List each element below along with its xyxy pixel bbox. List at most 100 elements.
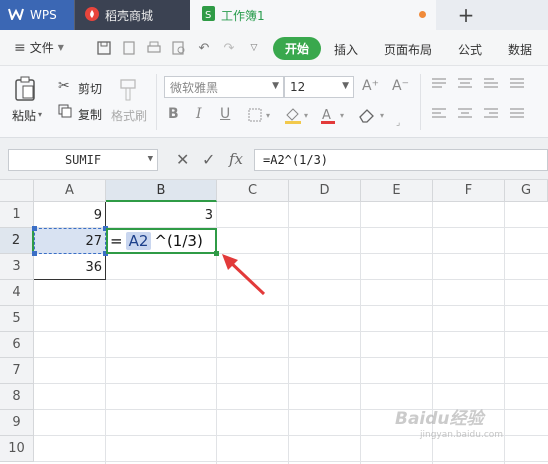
- file-menu-label: 文件: [29, 41, 54, 55]
- insert-function-icon[interactable]: fx: [229, 150, 243, 168]
- tab-wps[interactable]: WPS: [0, 0, 74, 30]
- select-all-corner[interactable]: [0, 180, 34, 202]
- print-icon[interactable]: [146, 40, 162, 56]
- tab-data[interactable]: 数据: [508, 41, 532, 58]
- shrink-font-button[interactable]: A⁻: [392, 78, 409, 94]
- undo-icon[interactable]: ↶: [196, 40, 212, 56]
- row-header-8[interactable]: 8: [0, 384, 34, 410]
- column-header-a[interactable]: A: [34, 180, 106, 202]
- row-header-9[interactable]: 9: [0, 410, 34, 436]
- wps-logo-icon: [8, 8, 24, 23]
- formula-input[interactable]: =A2^(1/3): [254, 149, 548, 171]
- tab-formula[interactable]: 公式: [458, 41, 482, 58]
- tab-bar-filler: [496, 0, 548, 30]
- tab-bar: WPS 稻壳商城 S 工作簿1 +: [0, 0, 548, 30]
- align-center-icon[interactable]: [458, 108, 472, 123]
- name-box[interactable]: SUMIF ▼: [8, 149, 158, 171]
- gridline: [34, 357, 548, 358]
- tab-start[interactable]: 开始: [273, 37, 322, 60]
- font-color-icon[interactable]: A: [320, 106, 336, 127]
- grow-font-button[interactable]: A⁺: [362, 78, 379, 94]
- cell-a2[interactable]: 27: [34, 228, 106, 254]
- column-header-e[interactable]: E: [361, 180, 433, 202]
- gridline: [34, 279, 548, 280]
- chevron-down-icon[interactable]: ▾: [304, 111, 308, 120]
- column-header-g[interactable]: G: [505, 180, 548, 202]
- formula-bar: SUMIF ▼ ✕ ✓ fx =A2^(1/3): [0, 138, 548, 180]
- flame-icon: [85, 6, 99, 24]
- chevron-down-icon[interactable]: ▾: [266, 111, 270, 120]
- quick-access-dropdown-icon[interactable]: ▽: [246, 40, 262, 56]
- row-header-3[interactable]: 3: [0, 254, 34, 280]
- italic-button[interactable]: I: [196, 106, 202, 122]
- font-name-value: 微软雅黑: [170, 80, 219, 95]
- export-pdf-icon[interactable]: [121, 40, 137, 56]
- format-painter-button[interactable]: 格式刷: [111, 107, 147, 124]
- font-size-value: 12: [290, 80, 306, 94]
- menu-bar: ≡ 文件 ▼ ↶ ↷ ▽ 开始 插入 页面布局 公式 数据: [0, 30, 548, 66]
- file-menu[interactable]: ≡ 文件 ▼: [14, 39, 64, 56]
- plus-icon: +: [457, 3, 475, 27]
- font-dialog-launcher-icon[interactable]: ⌟: [396, 118, 400, 128]
- edit-expression-rest: ^(1/3): [154, 232, 203, 250]
- column-header-f[interactable]: F: [433, 180, 505, 202]
- font-name-select[interactable]: 微软雅黑 ▼: [164, 76, 284, 98]
- paste-icon[interactable]: [14, 76, 36, 105]
- column-header-c[interactable]: C: [217, 180, 289, 202]
- cell-a3[interactable]: 36: [34, 254, 106, 280]
- watermark: Baidu经验: [395, 409, 484, 429]
- paste-dropdown-icon[interactable]: ▾: [38, 110, 42, 119]
- cell-a1[interactable]: 9: [34, 202, 106, 228]
- paste-label[interactable]: 粘贴: [12, 107, 36, 124]
- gridline: [504, 202, 505, 464]
- row-header-1[interactable]: 1: [0, 202, 34, 228]
- new-tab-button[interactable]: +: [436, 0, 496, 30]
- column-header-b[interactable]: B: [106, 180, 217, 202]
- justify-icon[interactable]: [510, 108, 524, 123]
- column-header-d[interactable]: D: [289, 180, 361, 202]
- gridline: [34, 461, 548, 462]
- redo-icon[interactable]: ↷: [221, 40, 237, 56]
- copy-button[interactable]: 复制: [78, 106, 102, 123]
- row-header-4[interactable]: 4: [0, 280, 34, 306]
- row-header-2[interactable]: 2: [0, 228, 34, 254]
- tab-page-layout[interactable]: 页面布局: [384, 41, 432, 58]
- tab-insert[interactable]: 插入: [334, 41, 358, 58]
- align-bottom-icon[interactable]: [484, 78, 498, 93]
- border-icon[interactable]: [248, 108, 264, 125]
- confirm-icon[interactable]: ✓: [202, 150, 215, 169]
- ribbon-divider: [156, 74, 157, 130]
- print-preview-icon[interactable]: [171, 40, 187, 56]
- align-right-icon[interactable]: [484, 108, 498, 123]
- align-top-icon[interactable]: [432, 78, 446, 93]
- bold-button[interactable]: B: [168, 106, 179, 122]
- chevron-down-icon[interactable]: ▾: [380, 111, 384, 120]
- formula-text: =A2^(1/3): [263, 153, 329, 167]
- chevron-down-icon[interactable]: ▾: [340, 111, 344, 120]
- align-left-icon[interactable]: [432, 108, 446, 123]
- cell-b1[interactable]: 3: [106, 202, 217, 228]
- row-header-6[interactable]: 6: [0, 332, 34, 358]
- svg-text:A: A: [322, 108, 331, 123]
- fill-color-icon[interactable]: [284, 106, 302, 127]
- ribbon-divider: [420, 74, 421, 130]
- underline-button[interactable]: U: [220, 106, 230, 122]
- orientation-icon[interactable]: [510, 78, 524, 93]
- tab-daoke-store[interactable]: 稻壳商城: [74, 0, 190, 30]
- row-header-5[interactable]: 5: [0, 306, 34, 332]
- tab-workbook[interactable]: S 工作簿1: [190, 0, 436, 30]
- font-size-select[interactable]: 12 ▼: [284, 76, 354, 98]
- align-middle-icon[interactable]: [458, 78, 472, 93]
- row-header-7[interactable]: 7: [0, 358, 34, 384]
- tab-workbook-label: 工作簿1: [221, 8, 265, 23]
- cancel-icon[interactable]: ✕: [176, 150, 189, 169]
- name-box-value: SUMIF: [64, 153, 102, 167]
- save-icon[interactable]: [96, 40, 112, 56]
- eraser-icon[interactable]: [358, 107, 376, 126]
- row-header-10[interactable]: 10: [0, 436, 34, 462]
- cell-b2-edit-text: = A2 ^(1/3): [110, 228, 203, 254]
- copy-icon: [58, 104, 72, 121]
- ribbon: 粘贴 ▾ ✂ 剪切 复制 格式刷 微软雅黑 ▼ 12 ▼ A⁺ A⁻ B I U…: [0, 66, 548, 138]
- edit-cell-reference: A2: [125, 232, 152, 250]
- cut-button[interactable]: 剪切: [78, 80, 102, 97]
